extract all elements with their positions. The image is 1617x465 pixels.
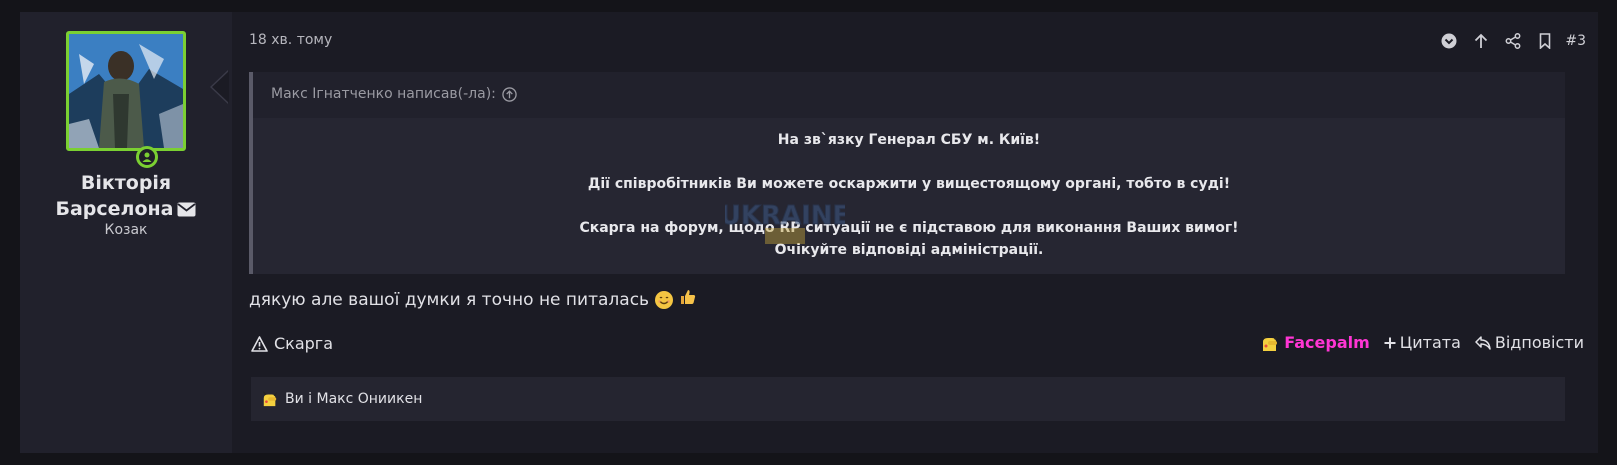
quote-label: Цитата [1399, 333, 1461, 352]
report-button[interactable]: Скарга [251, 334, 333, 353]
quote-line: Скарга на форум, щодо RP ситуації не є п… [579, 220, 1239, 236]
reply-icon [1475, 335, 1491, 350]
post-container: Вікторія Барселона Козак 18 хв. тому #3 [20, 12, 1598, 453]
plus-icon [1384, 337, 1396, 348]
post-date[interactable]: 18 хв. тому [249, 32, 332, 48]
post-tools: #3 [1433, 30, 1586, 52]
username-line1: Вікторія [80, 172, 172, 194]
online-status-icon [136, 146, 158, 168]
quote-body: На зв`язку Генерал СБУ м. Київ! Дії спів… [253, 118, 1565, 274]
warning-icon [251, 335, 268, 352]
user-info-panel: Вікторія Барселона Козак [20, 12, 232, 453]
bookmark-icon[interactable] [1529, 30, 1561, 52]
post-arrow [210, 70, 229, 104]
post-actions: Facepalm Цитата Відповісти [1260, 333, 1584, 352]
svg-text:UKRAINE: UKRAINE [725, 201, 845, 231]
reply-label: Відповісти [1494, 333, 1584, 352]
post-number[interactable]: #3 [1565, 33, 1586, 49]
post-main: 18 хв. тому #3 Макс Ігнатченко написав(-… [232, 12, 1598, 453]
facepalm-pikachu-icon [262, 391, 278, 407]
avatar[interactable] [66, 31, 186, 151]
arrow-up-circle-icon[interactable] [502, 86, 517, 102]
reaction-button[interactable]: Facepalm [1260, 333, 1370, 352]
avatar-image [69, 34, 183, 148]
arrow-up-icon[interactable] [1465, 30, 1497, 52]
username[interactable]: Вікторія Барселона [20, 170, 232, 224]
reactions-summary: Ви і Макс Ониикен [285, 391, 423, 407]
message-text: дякую але вашої думки я точно не питалас… [249, 288, 697, 311]
envelope-icon[interactable] [177, 198, 197, 224]
chevron-down-circle-icon[interactable] [1433, 30, 1465, 52]
quote-line: Очікуйте відповіді адміністрації. [774, 242, 1044, 258]
quote-author: Макс Ігнатченко написав(-ла): [271, 86, 496, 102]
quote-line: На зв`язку Генерал СБУ м. Київ! [777, 132, 1041, 148]
thumbs-up-emoji-icon [679, 288, 697, 311]
reply-button[interactable]: Відповісти [1475, 333, 1584, 352]
message-content: дякую але вашої думки я точно не питалас… [249, 289, 650, 310]
username-line2: Барселона [55, 198, 174, 220]
report-label: Скарга [274, 334, 334, 353]
smile-emoji-icon [655, 290, 674, 309]
reaction-label: Facepalm [1284, 333, 1370, 352]
quote-button[interactable]: Цитата [1384, 333, 1461, 352]
watermark-logo: UKRAINE [725, 201, 845, 244]
quote-header[interactable]: Макс Ігнатченко написав(-ла): [271, 86, 517, 102]
quote-line: Дії співробітників Ви можете оскаржити у… [587, 176, 1231, 192]
facepalm-pikachu-icon [1262, 333, 1279, 351]
quote-block: Макс Ігнатченко написав(-ла): На зв`язку… [249, 72, 1565, 274]
share-icon[interactable] [1497, 30, 1529, 52]
reactions-bar[interactable]: Ви і Макс Ониикен [251, 377, 1565, 421]
user-title: Козак [104, 222, 148, 238]
